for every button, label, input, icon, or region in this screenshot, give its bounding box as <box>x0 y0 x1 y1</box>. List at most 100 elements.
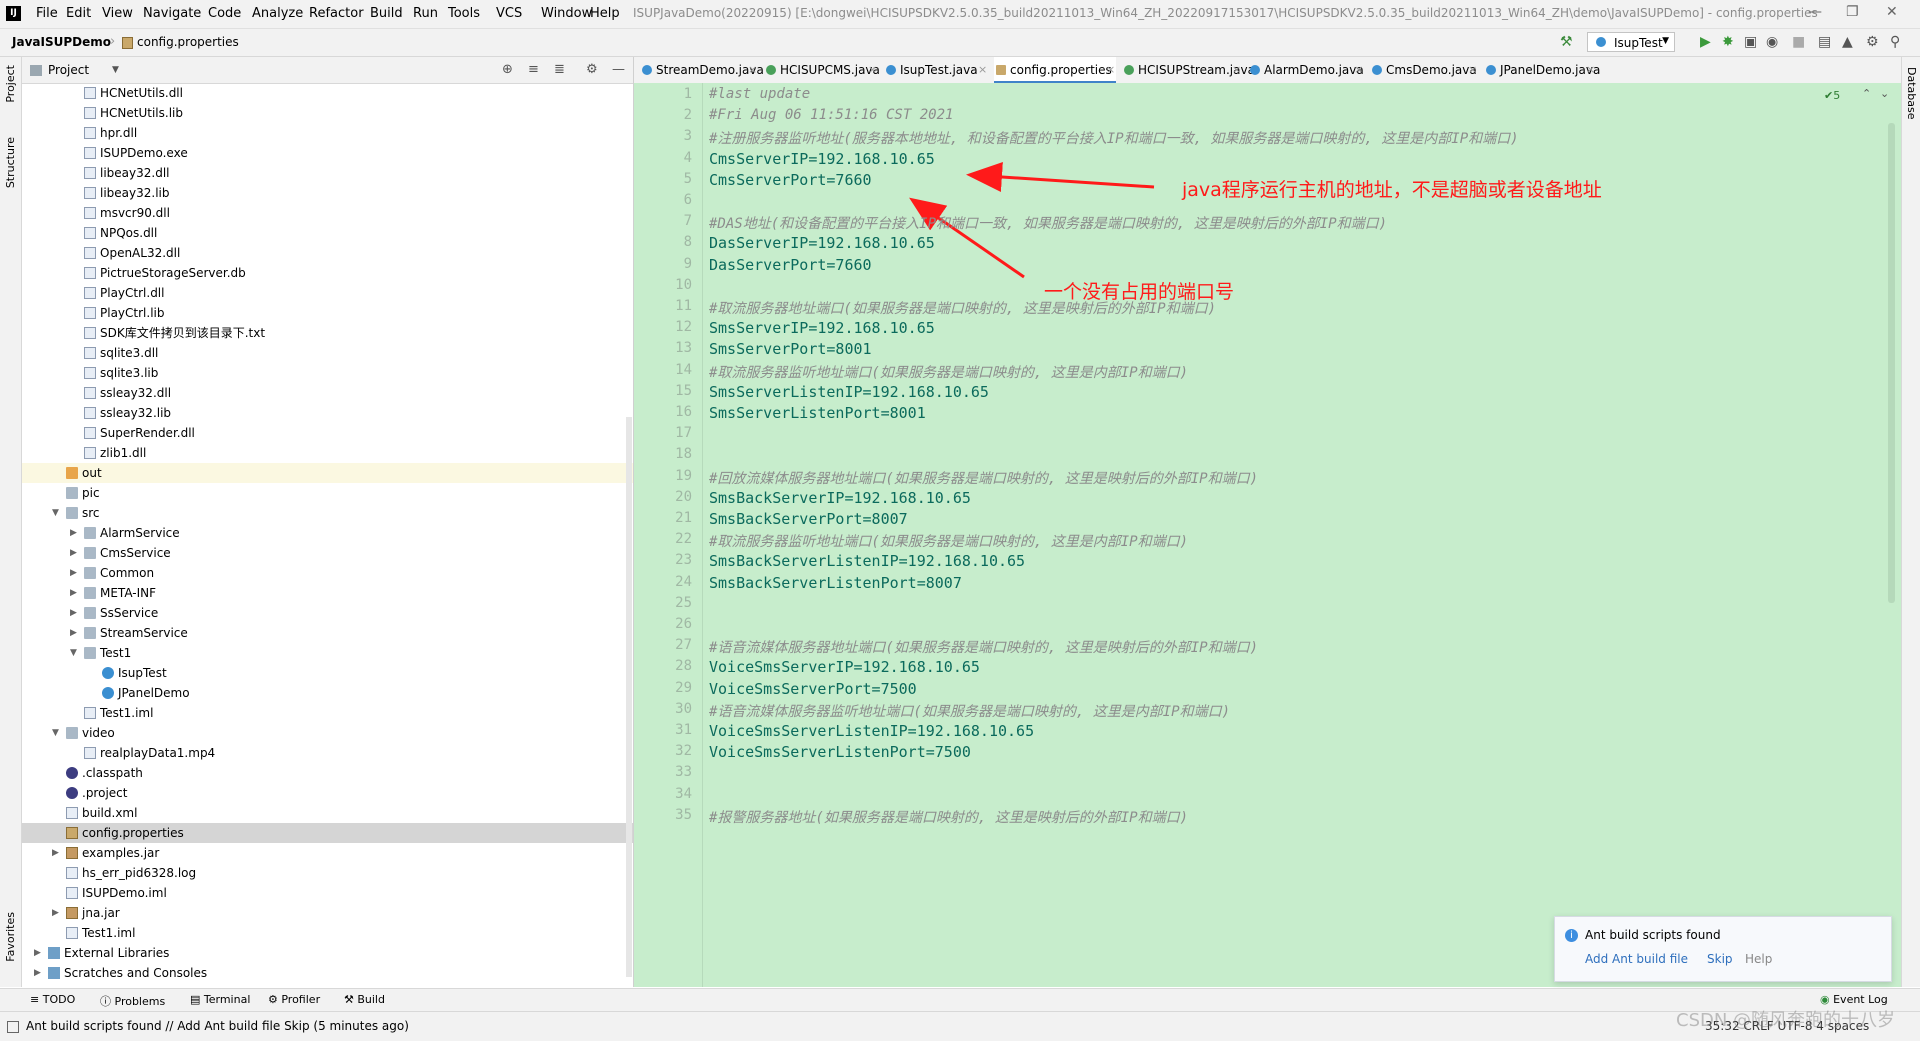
tree-item[interactable]: sqlite3.lib <box>22 363 633 383</box>
tree-item[interactable]: ▼ Test1 <box>22 643 633 663</box>
code-property[interactable]: VoiceSmsServerIP=192.168.10.65 <box>709 658 980 676</box>
menu-item-analyze[interactable]: Analyze <box>252 6 303 21</box>
tool-window-project[interactable]: Project <box>4 65 17 103</box>
tree-item[interactable]: Test1.iml <box>22 703 633 723</box>
tree-scrollbar[interactable] <box>626 417 632 977</box>
tab-streamdemo-java[interactable]: StreamDemo.java × <box>640 57 764 83</box>
tool-window-database[interactable]: Database <box>1905 67 1918 120</box>
chevron-down-icon[interactable]: ▼ <box>52 503 59 523</box>
tree-item[interactable]: pic <box>22 483 633 503</box>
run-icon[interactable]: ▶ <box>1700 34 1711 50</box>
chevron-right-icon[interactable]: ▶ <box>70 583 77 603</box>
tree-item[interactable]: ▶ META-INF <box>22 583 633 603</box>
close-icon[interactable]: × <box>1232 57 1241 83</box>
code-property[interactable]: SmsBackServerListenIP=192.168.10.65 <box>709 552 1025 570</box>
tree-item[interactable]: PlayCtrl.lib <box>22 303 633 323</box>
tree-item[interactable]: ▶ Common <box>22 563 633 583</box>
tree-item[interactable]: ▶ AlarmService <box>22 523 633 543</box>
tree-item[interactable]: out <box>22 463 633 483</box>
close-icon[interactable]: × <box>1354 57 1363 83</box>
tool-build[interactable]: ⚒ Build <box>344 993 385 1006</box>
tree-item[interactable]: hs_err_pid6328.log <box>22 863 633 883</box>
code-property[interactable]: SmsServerIP=192.168.10.65 <box>709 319 935 337</box>
code-comment[interactable]: #语音流媒体服务器地址端口(如果服务器是端口映射的, 这里是映射后的外部IP和端… <box>709 637 1258 657</box>
coverage-icon[interactable]: ▣ <box>1744 34 1757 50</box>
stop-icon[interactable]: ■ <box>1792 34 1805 50</box>
code-property[interactable]: DasServerPort=7660 <box>709 256 872 274</box>
search-icon[interactable]: ⚲ <box>1890 34 1900 50</box>
code-property[interactable]: CmsServerIP=192.168.10.65 <box>709 150 935 168</box>
code-comment[interactable]: #注册服务器监听地址(服务器本地地址, 和设备配置的平台接入IP和端口一致, 如… <box>709 128 1519 148</box>
tool-window-structure[interactable]: Structure <box>4 137 17 188</box>
tree-item[interactable]: libeay32.dll <box>22 163 633 183</box>
tree-item[interactable]: ▶ jna.jar <box>22 903 633 923</box>
menu-item-help[interactable]: Help <box>590 6 620 21</box>
project-panel-title[interactable]: Project <box>48 63 89 77</box>
tree-item[interactable]: Test1.iml <box>22 923 633 943</box>
tool-problems[interactable]: ⓘ Problems <box>100 993 165 1009</box>
tree-item[interactable]: ▼ src <box>22 503 633 523</box>
tree-item[interactable]: ▶ CmsService <box>22 543 633 563</box>
chevron-down-icon[interactable]: ▼ <box>52 723 59 743</box>
tree-item[interactable]: HCNetUtils.lib <box>22 103 633 123</box>
menu-item-tools[interactable]: Tools <box>448 6 480 21</box>
collapse-all-icon[interactable]: ≣ <box>554 62 565 77</box>
run-configuration-select[interactable]: IsupTest ▼ <box>1587 32 1675 52</box>
menu-item-code[interactable]: Code <box>208 6 241 21</box>
code-property[interactable]: VoiceSmsServerListenIP=192.168.10.65 <box>709 722 1034 740</box>
tab-hcisupstream-java[interactable]: HCISUPStream.java × <box>1122 57 1255 83</box>
status-bar-toggle-icon[interactable] <box>7 1021 19 1033</box>
code-comment[interactable]: #报警服务器地址(如果服务器是端口映射的, 这里是映射后的外部IP和端口) <box>709 807 1188 827</box>
chevron-right-icon[interactable]: ▶ <box>34 963 41 983</box>
code-property[interactable]: VoiceSmsServerPort=7500 <box>709 680 917 698</box>
code-property[interactable]: SmsBackServerIP=192.168.10.65 <box>709 489 971 507</box>
chevron-right-icon[interactable]: ▶ <box>52 843 59 863</box>
close-icon[interactable]: × <box>748 57 757 83</box>
chevron-right-icon[interactable]: ▶ <box>34 943 41 963</box>
menu-item-refactor[interactable]: Refactor <box>309 6 364 21</box>
code-property[interactable]: VoiceSmsServerListenPort=7500 <box>709 743 971 761</box>
chevron-down-icon[interactable]: ▼ <box>112 65 119 75</box>
close-icon[interactable]: ✕ <box>1886 4 1898 20</box>
tool-event-log[interactable]: ◉ Event Log <box>1820 993 1888 1006</box>
code-editor[interactable]: 1 2 3 4 5 6 7 8 9 10 11 12 13 14 15 16 17 18 19 20 21 22 23 24 2… <box>634 83 1901 987</box>
hide-icon[interactable]: — <box>612 62 625 77</box>
tool-todo[interactable]: ≡ TODO <box>30 993 75 1006</box>
chevron-down-icon[interactable]: ▼ <box>70 643 77 663</box>
menu-item-vcs[interactable]: VCS <box>496 6 522 21</box>
tree-item[interactable]: SDK库文件拷贝到该目录下.txt <box>22 323 633 343</box>
tree-item[interactable]: NPQos.dll <box>22 223 633 243</box>
locate-icon[interactable]: ⊕ <box>502 62 513 77</box>
project-structure-icon[interactable]: ▤ <box>1818 34 1831 50</box>
tree-item[interactable]: zlib1.dll <box>22 443 633 463</box>
close-icon[interactable]: × <box>868 57 877 83</box>
chevron-right-icon[interactable]: ▶ <box>70 623 77 643</box>
tree-item[interactable]: HCNetUtils.dll <box>22 83 633 103</box>
tree-item[interactable]: ssleay32.lib <box>22 403 633 423</box>
tree-item[interactable]: ▶ StreamService <box>22 623 633 643</box>
gear-icon[interactable]: ⚙ <box>586 62 598 77</box>
code-comment[interactable]: #取流服务器地址端口(如果服务器是端口映射的, 这里是映射后的外部IP和端口) <box>709 298 1216 318</box>
breadcrumb-project[interactable]: JavaISUPDemo <box>12 35 111 49</box>
chevron-right-icon[interactable]: ▶ <box>70 523 77 543</box>
tree-item[interactable]: PictrueStorageServer.db <box>22 263 633 283</box>
tab-alarmdemo-java[interactable]: AlarmDemo.java × <box>1248 57 1364 83</box>
debug-icon[interactable]: ✸ <box>1722 34 1734 50</box>
tree-item[interactable]: OpenAL32.dll <box>22 243 633 263</box>
chevron-right-icon[interactable]: ▶ <box>70 603 77 623</box>
code-property[interactable]: DasServerIP=192.168.10.65 <box>709 234 935 252</box>
tool-profiler[interactable]: ⚙ Profiler <box>268 993 320 1006</box>
code-property[interactable]: SmsServerListenIP=192.168.10.65 <box>709 383 989 401</box>
tab-cmsdemo-java[interactable]: CmsDemo.java × <box>1370 57 1478 83</box>
tab-hcisupcms-java[interactable]: HCISUPCMS.java × <box>764 57 880 83</box>
tree-item[interactable]: IsupTest <box>22 663 633 683</box>
close-icon[interactable]: × <box>1468 57 1477 83</box>
tree-item[interactable]: realplayData1.mp4 <box>22 743 633 763</box>
code-comment[interactable]: #Fri Aug 06 11:51:16 CST 2021 <box>709 107 953 123</box>
tree-item[interactable]: ▶ SsService <box>22 603 633 623</box>
code-comment[interactable]: #取流服务器监听地址端口(如果服务器是端口映射的, 这里是内部IP和端口) <box>709 531 1188 551</box>
tree-item[interactable]: msvcr90.dll <box>22 203 633 223</box>
close-icon[interactable]: × <box>1586 57 1595 83</box>
tree-item[interactable]: JPanelDemo <box>22 683 633 703</box>
tree-item[interactable]: build.xml <box>22 803 633 823</box>
